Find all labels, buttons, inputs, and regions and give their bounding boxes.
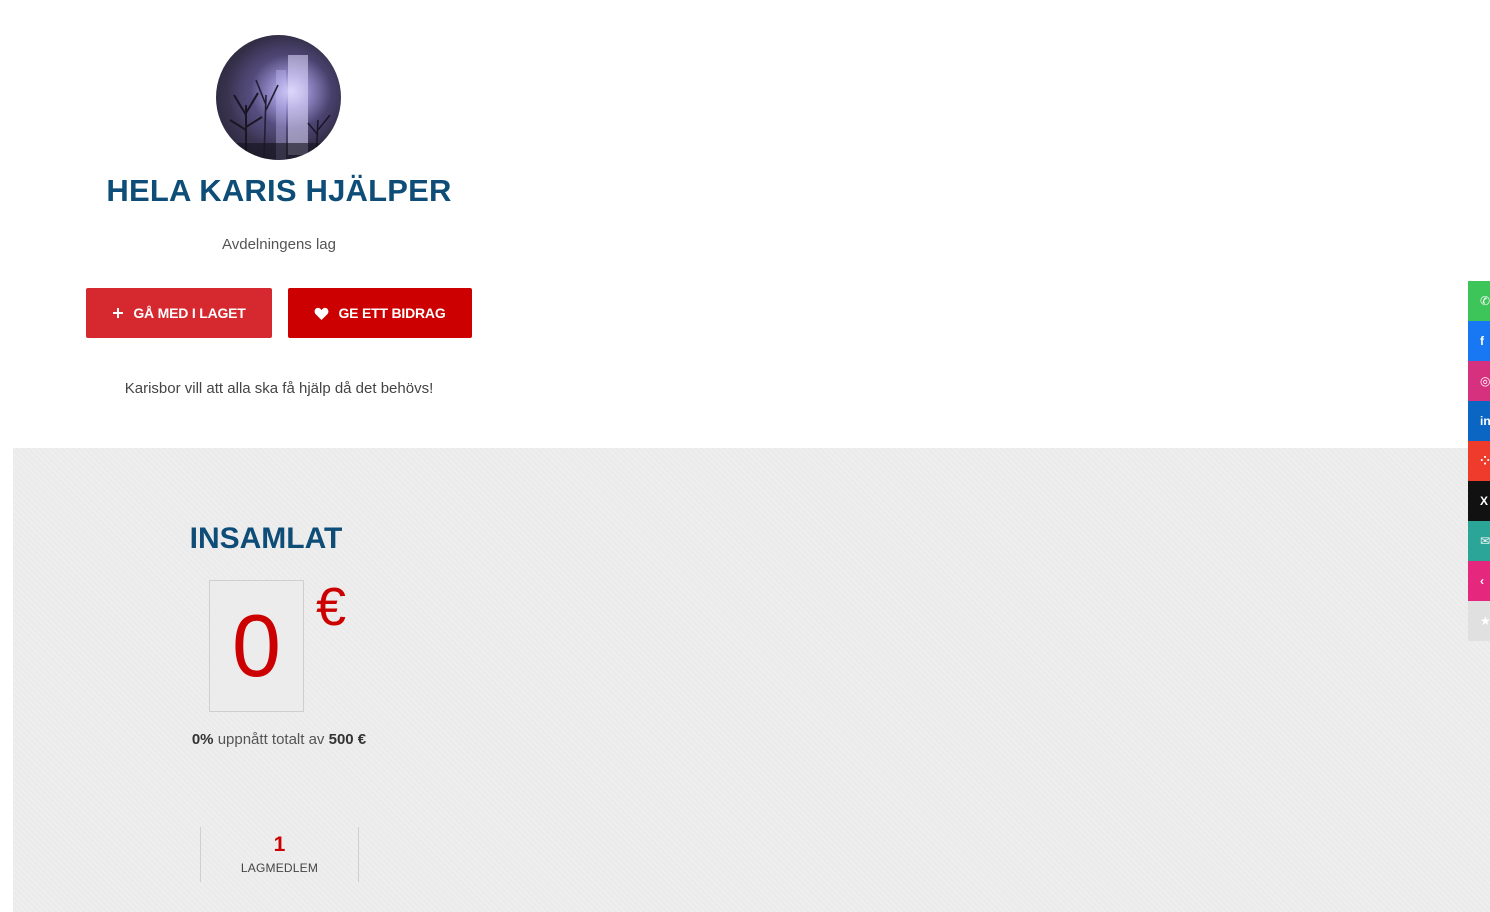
team-description: Karisbor vill att alla ska få hjälp då d… [124,380,434,397]
share-sidebar: ✆ f ◎ in ⁘ X ✉ ‹ ★ [1468,281,1490,641]
plus-icon [112,307,124,319]
donate-button[interactable]: GE ETT BIDRAG [288,288,472,338]
heart-icon [314,307,329,320]
linkedin-icon: in [1480,414,1490,428]
team-name: HELA KARIS HJÄLPER [106,173,452,208]
amount-value: 0 [232,596,281,695]
share-button-star[interactable]: ★ [1468,601,1490,641]
avatar-image [216,55,341,160]
share-button-app[interactable]: ⁘ [1468,441,1490,481]
member-count: 1 [273,833,286,856]
member-label: LAGMEDLEM [240,861,319,875]
currency-symbol: € [316,577,347,637]
email-icon: ✉ [1480,534,1490,548]
app-icon: ⁘ [1480,454,1490,468]
facebook-icon: f [1480,334,1484,348]
progress-percent: 0% [191,731,214,748]
join-team-label: GÅ MED I LAGET [133,305,246,321]
share-button-facebook[interactable]: f [1468,321,1490,361]
star-icon: ★ [1480,614,1490,628]
share-button-whatsapp[interactable]: ✆ [1468,281,1490,321]
share-button-linkedin[interactable]: in [1468,401,1490,441]
progress-label: uppnått totalt av [217,731,325,748]
embed-icon: ‹ [1480,574,1484,588]
team-avatar [216,35,341,160]
join-team-button[interactable]: GÅ MED I LAGET [86,288,272,338]
goal-amount: 500 € [328,731,367,748]
instagram-icon: ◎ [1480,374,1490,388]
raised-title: INSAMLAT [189,522,343,555]
whatsapp-icon: ✆ [1480,294,1490,308]
share-button-email[interactable]: ✉ [1468,521,1490,561]
share-button-instagram[interactable]: ◎ [1468,361,1490,401]
team-type: Avdelningens lag [222,236,336,253]
progress-text: 0% uppnått totalt av 500 € [0,731,558,748]
share-button-x[interactable]: X [1468,481,1490,521]
x-icon: X [1480,494,1489,508]
amount-counter: 0 [209,580,304,712]
member-stat: 1 LAGMEDLEM [200,827,359,882]
donate-label: GE ETT BIDRAG [338,305,446,321]
share-button-embed[interactable]: ‹ [1468,561,1490,601]
